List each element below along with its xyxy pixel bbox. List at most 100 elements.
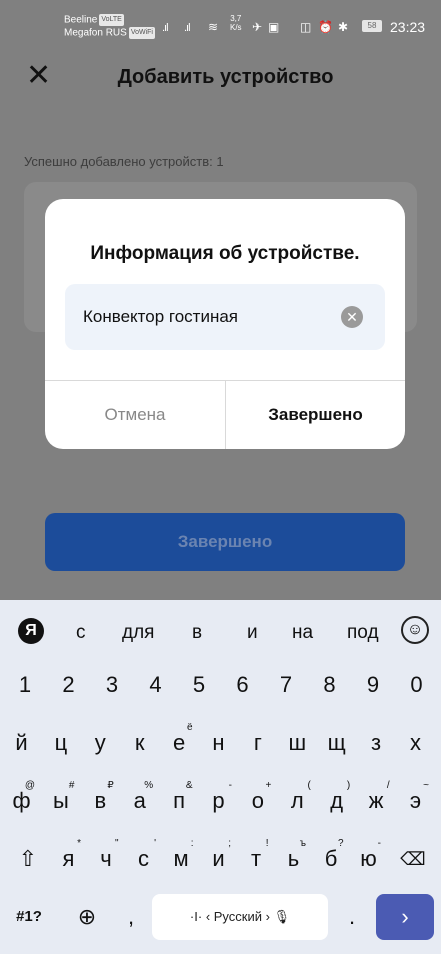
digit-key[interactable]: 2 [50,662,88,708]
letter-key[interactable]: х [398,720,433,766]
letter-key[interactable]: а% [122,778,157,824]
letter-key-alt-label: " [114,838,119,849]
letter-key[interactable]: т! [240,836,273,882]
letter-key[interactable]: к [122,720,157,766]
added-count-text: Успешно добавлено устройств: 1 [24,154,224,169]
suggestion[interactable]: на [292,622,313,644]
digit-key-label: 5 [192,672,206,697]
carrier2-tag: VoWiFi [128,26,155,39]
suggestion[interactable]: для [122,622,154,644]
clear-icon[interactable]: ✕ [341,306,363,328]
shift-icon: ⇧ [18,846,38,871]
digit-key[interactable]: 4 [137,662,175,708]
digit-key-label: 6 [236,672,249,697]
cancel-button[interactable]: Отмена [45,381,225,449]
carrier1-name: Beeline [64,14,98,26]
letter-key[interactable]: й [4,720,39,766]
letter-key[interactable]: ф @ [4,778,39,824]
suggestion[interactable]: и [247,622,258,644]
page-title: Добавить устройство [117,66,334,88]
letter-key[interactable]: п & [162,778,197,824]
digit-key-label: 8 [323,672,336,697]
net-speed-unit: K/s [230,23,242,32]
enter-key[interactable]: › [376,894,434,940]
location-icon: ✈ [252,20,263,34]
device-name-field[interactable]: ✕ [65,284,385,350]
letter-key[interactable]: щ [319,720,354,766]
period-key[interactable]: . [338,894,366,940]
letter-key[interactable]: з [359,720,394,766]
letter-key[interactable]: ю- [352,836,385,882]
letter-key[interactable]: с ' [127,836,160,882]
letter-key-alt-label: : [190,838,194,849]
letter-key[interactable]: ч " [90,836,123,882]
period-label: . [348,904,356,929]
suggestion[interactable]: с [76,622,86,644]
comma-key[interactable]: , [118,894,144,940]
space-key[interactable]: ·I· ‹ Русский › 🎙 [152,894,328,940]
symbols-key[interactable]: #1? [6,894,52,940]
digit-key-label: 0 [410,672,423,697]
letter-key-alt-label: ; [228,838,231,849]
digit-key[interactable]: 1 [6,662,44,708]
letter-key[interactable]: и; [202,836,235,882]
letter-key-label: н [212,730,225,755]
carrier2-name: Megafon RUS [64,27,127,39]
suggestion[interactable]: под [347,622,379,644]
nfc-icon: ◫ [300,20,312,34]
digit-key[interactable]: 5 [180,662,218,708]
letter-key[interactable]: л( [280,778,315,824]
device-name-input[interactable] [83,284,333,350]
digit-key-label: 2 [62,672,75,697]
digit-key[interactable]: 9 [354,662,392,708]
letter-key-alt-label: # [68,780,75,791]
letter-key[interactable]: ц [43,720,78,766]
letter-key[interactable]: в ₽ [83,778,118,824]
letter-key[interactable]: ж / [359,778,394,824]
done-button[interactable]: Завершено [226,381,405,449]
backspace-key[interactable]: ⌫ [395,836,431,882]
letter-key[interactable]: э ~ [398,778,433,824]
clock: 23:23 [390,19,426,35]
letter-key[interactable]: б? [315,836,348,882]
digit-key-label: 7 [279,672,293,697]
letter-key[interactable]: м: [165,836,198,882]
letter-key[interactable]: я * [52,836,85,882]
letter-key-alt-label: ( [307,780,311,791]
letter-key-label: г [253,730,262,755]
digit-key[interactable]: 3 [93,662,131,708]
finish-button[interactable]: Завершено [45,513,405,571]
net-speed-value: 3,7 [230,14,242,23]
net-speed: 3,7 K/s [230,14,242,32]
microphone-icon: 🎙 [269,909,291,924]
letter-key-alt-label: ) [346,780,351,791]
letter-key[interactable]: ьъ [277,836,310,882]
letter-key[interactable]: н [201,720,236,766]
letter-key[interactable]: ш [280,720,315,766]
digit-key[interactable]: 7 [267,662,305,708]
letter-key[interactable]: о + [240,778,275,824]
alarm-icon: ⏰ [318,20,333,34]
language-key[interactable]: ⊕ [64,894,110,940]
letter-key[interactable]: д) [319,778,354,824]
letter-key-alt-label: ~ [423,780,429,791]
emoji-icon[interactable]: ☺ [401,616,429,644]
letter-key-label: й [15,730,28,755]
digit-key[interactable]: 6 [224,662,262,708]
letter-key[interactable]: г [240,720,275,766]
shift-key[interactable]: ⇧ [10,836,46,882]
letter-key[interactable]: ы # [43,778,78,824]
yandex-logo-icon[interactable]: Я [18,618,44,644]
suggestion[interactable]: в [192,622,202,644]
letter-key[interactable]: её [162,720,197,766]
bottom-row: #1? ⊕ , ·I· ‹ Русский › 🎙 . › [0,890,441,944]
digit-key[interactable]: 0 [398,662,436,708]
letter-key[interactable]: р- [201,778,236,824]
letter-key-alt-label: ё [187,722,193,733]
letter-key[interactable]: у [83,720,118,766]
digit-key[interactable]: 8 [311,662,349,708]
letter-key-label: у [94,730,106,755]
carrier1-tag: VoLTE [99,14,124,26]
digit-key-label: 4 [149,672,162,697]
letter-key-label: з [371,730,382,755]
